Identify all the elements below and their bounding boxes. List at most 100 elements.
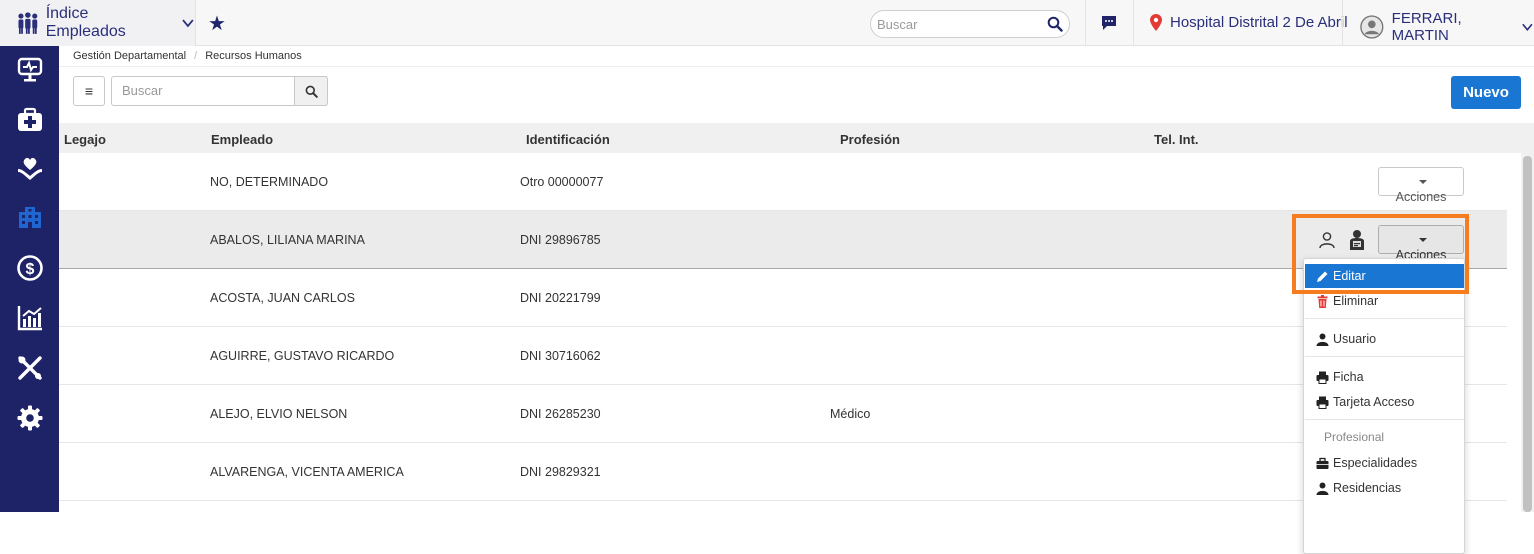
cell-empleado: ACOSTA, JUAN CARLOS [210,291,355,305]
cell-empleado: NO, DETERMINADO [210,175,329,189]
list-search-button[interactable] [294,76,328,106]
cell-identificacion: DNI 26285230 [520,407,601,421]
divider [1342,0,1343,46]
global-search [870,10,1070,38]
gear-icon [17,405,43,431]
cell-empleado: ALEJO, ELVIO NELSON [210,407,348,421]
location-pin-icon [1150,14,1162,31]
menu-item-label: Ficha [1333,370,1364,384]
new-button[interactable]: Nuevo [1451,76,1521,109]
cell-identificacion: DNI 30716062 [520,349,601,363]
breadcrumb-item[interactable]: Gestión Departamental [73,50,186,62]
menu-item-usuario[interactable]: Usuario [1305,327,1464,351]
scrollbar[interactable] [1521,153,1534,512]
divider [1085,0,1086,46]
breadcrumb-item[interactable]: Recursos Humanos [205,50,302,62]
menu-item-residencias[interactable]: Residencias [1305,476,1464,500]
user-name: FERRARI, MARTIN [1391,10,1462,44]
cell-identificacion: Otro 00000077 [520,175,604,189]
scrollbar-thumb[interactable] [1523,156,1532,512]
printer-icon [1316,371,1329,384]
menu-section-header: Profesional [1324,430,1385,444]
svg-text:$: $ [26,261,35,278]
actions-dropdown-menu: Editar Eliminar Usuario Ficha Tarjeta Ac… [1303,258,1465,554]
avatar-icon [1360,15,1384,39]
sidebar-item-medical[interactable] [14,104,46,136]
table-row[interactable]: AGUIRRE, GUSTAVO RICARDO DNI 30716062 [59,327,1507,385]
column-header-identificacion[interactable]: Identificación [526,132,610,147]
top-bar: Índice Empleados ★ Hospital Distrital 2 … [0,0,1534,46]
tools-icon [18,356,42,380]
search-icon [305,85,318,98]
menu-item-tarjeta-acceso[interactable]: Tarjeta Acceso [1305,390,1464,414]
cell-identificacion: DNI 29829321 [520,465,601,479]
menu-divider [1305,318,1464,319]
monitor-health-icon [17,57,43,82]
menu-item-ficha[interactable]: Ficha [1305,365,1464,389]
actions-button[interactable]: Acciones [1378,167,1464,204]
people-icon [18,12,38,34]
cell-empleado: AGUIRRE, GUSTAVO RICARDO [210,349,395,363]
table-row[interactable]: ABALOS, LILIANA MARINA DNI 29896785 Acci… [59,211,1507,269]
sidebar-item-building[interactable] [14,201,46,233]
chat-icon[interactable] [1100,14,1118,32]
list-menu-button[interactable]: ≡ [73,76,105,106]
cell-identificacion: DNI 20221799 [520,291,601,305]
menu-item-label: Usuario [1333,332,1377,346]
hospital-selector[interactable]: Hospital Distrital 2 De Abril [1150,14,1348,31]
actions-label: Acciones [1395,190,1447,204]
user-menu[interactable]: FERRARI, MARTIN [1360,10,1534,44]
user-icon [1316,482,1329,495]
highlight-box [1292,214,1469,294]
cell-empleado: ALVARENGA, VICENTA AMERICA [210,465,404,479]
breadcrumb-separator: / [194,50,198,62]
sidebar-item-settings[interactable] [14,402,46,434]
caret-down-icon [1419,179,1427,184]
menu-item-especialidades[interactable]: Especialidades [1305,451,1464,475]
menu-divider [1305,356,1464,357]
cell-empleado: ABALOS, LILIANA MARINA [210,233,365,247]
divider [59,66,1534,67]
table-row[interactable]: ALVARENGA, VICENTA AMERICA DNI 29829321 [59,443,1507,501]
global-search-input[interactable] [877,17,1037,32]
chart-icon [17,306,42,331]
table-row[interactable]: ACOSTA, JUAN CARLOS DNI 20221799 [59,269,1507,327]
menu-item-label: Tarjeta Acceso [1333,395,1415,409]
hand-heart-icon [18,157,42,180]
table-header: Legajo Empleado Identificación Profesión… [59,123,1534,153]
chevron-down-icon [182,19,194,28]
printer-icon [1316,396,1329,409]
dollar-icon: $ [17,255,43,281]
column-header-profesion[interactable]: Profesión [840,132,900,147]
medical-kit-icon [18,107,42,131]
sidebar-item-care[interactable] [14,152,46,184]
favorite-star-icon[interactable]: ★ [208,11,226,36]
menu-divider [1305,419,1464,420]
table-row[interactable]: NO, DETERMINADO Otro 00000077 Acciones [59,153,1507,211]
sidebar: $ [0,46,59,512]
table-row[interactable]: ALEJO, ELVIO NELSON DNI 26285230 Médico [59,385,1507,443]
chevron-down-icon [1522,23,1533,32]
breadcrumb: Gestión Departamental / Recursos Humanos [73,50,302,62]
hospital-name: Hospital Distrital 2 De Abril [1170,14,1348,31]
briefcase-icon [1316,457,1329,470]
sidebar-item-tools[interactable] [14,352,46,384]
building-icon [19,207,41,228]
column-header-tel-int[interactable]: Tel. Int. [1154,132,1199,147]
main-content: Gestión Departamental / Recursos Humanos… [59,46,1534,554]
app-menu[interactable]: Índice Empleados [0,0,196,46]
user-icon [1316,333,1329,346]
menu-item-label: Residencias [1333,481,1402,495]
sidebar-item-monitor[interactable] [14,54,46,86]
sidebar-item-reports[interactable] [14,302,46,334]
column-header-empleado[interactable]: Empleado [211,132,273,147]
menu-item-label: Eliminar [1333,294,1379,308]
search-icon[interactable] [1047,16,1063,32]
trash-icon [1316,294,1329,308]
cell-profesion: Médico [830,407,871,421]
column-header-legajo[interactable]: Legajo [64,132,106,147]
menu-item-label: Especialidades [1333,456,1418,470]
divider [1133,0,1134,46]
list-search-input[interactable] [122,83,312,98]
sidebar-item-finance[interactable]: $ [14,252,46,284]
